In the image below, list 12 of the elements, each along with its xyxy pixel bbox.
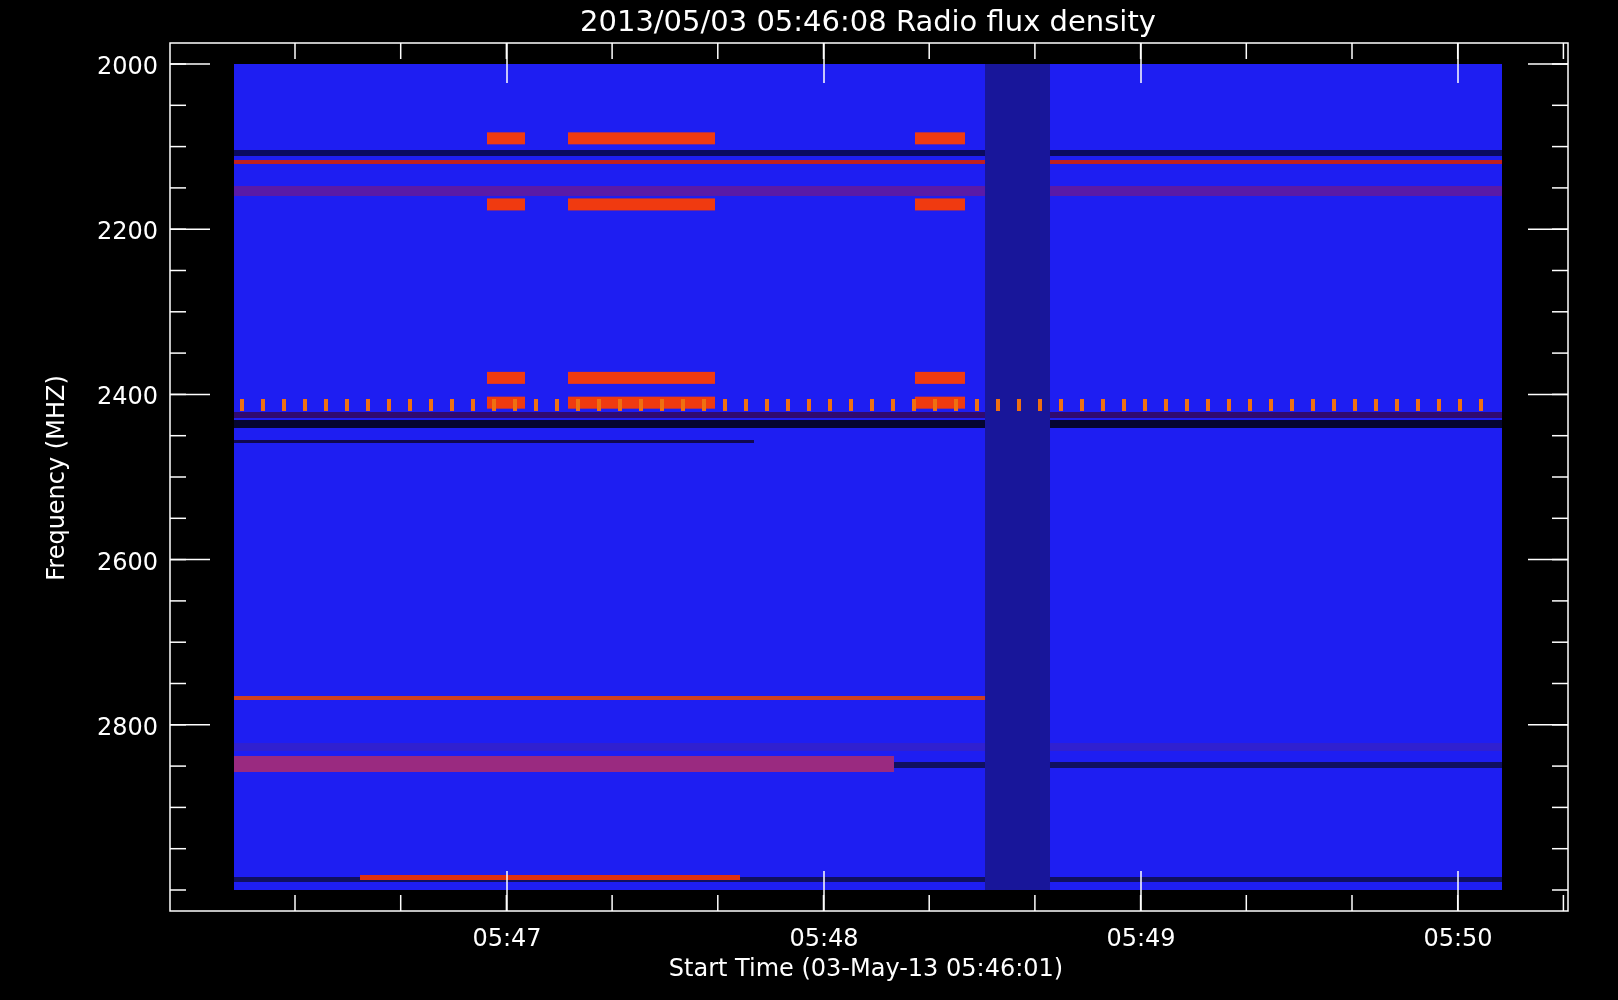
axis-tick-label: 2600 xyxy=(96,547,158,576)
axis-label: Start Time (03-May-13 05:46:01) xyxy=(668,954,1064,982)
axis-tick-label: 05:48 xyxy=(789,924,859,952)
axis-label: Frequency (MHZ) xyxy=(42,375,70,581)
axis-tick-label: 05:47 xyxy=(472,924,542,952)
axis-tick-label: 2000 xyxy=(96,52,158,80)
axis-tick-label: 2800 xyxy=(96,712,158,741)
axis-tick-label: 2400 xyxy=(96,382,158,411)
plot-title: 2013/05/03 05:46:08 Radio flux density xyxy=(580,4,1156,38)
axis-tick-label: 05:50 xyxy=(1423,924,1493,952)
axis-tick-label: 2200 xyxy=(96,217,158,246)
axis-tick-label: 05:49 xyxy=(1106,924,1176,952)
